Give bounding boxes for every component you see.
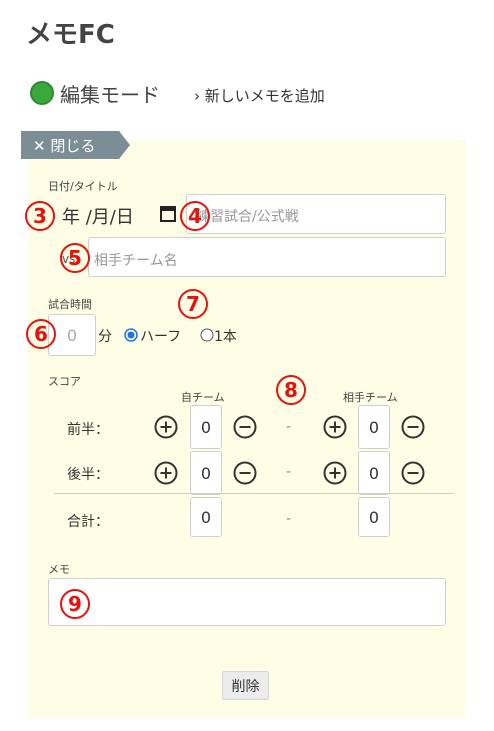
first-half-label: 前半：: [67, 422, 109, 438]
opponent-team-header: 相手チーム: [343, 391, 398, 404]
score-label: スコア: [48, 375, 81, 388]
second-half-label: 後半：: [67, 467, 109, 483]
own-first-half-score[interactable]: 0: [190, 405, 222, 449]
marker-7: 7: [178, 289, 208, 319]
first-half-dash: -: [286, 419, 292, 435]
match-time-label: 試合時間: [48, 298, 92, 311]
marker-8: 8: [276, 375, 306, 405]
delete-button[interactable]: 削除: [222, 671, 269, 700]
own-team-header: 自チーム: [181, 391, 225, 404]
second-half-dash: -: [286, 464, 292, 480]
marker-3: 3: [25, 201, 55, 231]
memo-textarea[interactable]: [48, 578, 446, 626]
full-option-label: 1本: [214, 329, 237, 345]
own-second-half-plus-icon[interactable]: [154, 461, 178, 485]
half-radio[interactable]: [124, 327, 138, 342]
opp-first-half-plus-icon[interactable]: [323, 415, 347, 439]
own-first-half-plus-icon[interactable]: [154, 415, 178, 439]
marker-6: 6: [26, 319, 56, 349]
add-memo-link[interactable]: › 新しいメモを追加: [194, 85, 325, 106]
total-label: 合計：: [67, 514, 109, 530]
mode-indicator: 編集モード: [30, 80, 160, 107]
opp-first-half-score[interactable]: 0: [358, 405, 390, 449]
marker-9: 9: [60, 589, 90, 619]
mode-status-icon: [30, 81, 54, 105]
minutes-unit: 分: [98, 329, 112, 345]
opp-total-score: 0: [358, 497, 390, 537]
memo-label: メモ: [48, 563, 70, 576]
total-divider: [54, 493, 454, 494]
opp-second-half-score[interactable]: 0: [358, 451, 390, 495]
close-button-label: ✕ 閉じる: [33, 137, 96, 155]
opp-second-half-minus-icon[interactable]: [401, 461, 425, 485]
date-input[interactable]: 年 /月/日: [62, 203, 134, 229]
marker-4: 4: [180, 201, 210, 231]
own-second-half-score[interactable]: 0: [190, 451, 222, 495]
calendar-icon[interactable]: [160, 205, 176, 222]
marker-5: 5: [60, 243, 90, 273]
own-first-half-minus-icon[interactable]: [233, 415, 257, 439]
own-second-half-minus-icon[interactable]: [233, 461, 257, 485]
title-placeholder: 練習試合/公式戦: [196, 209, 299, 225]
opp-second-half-plus-icon[interactable]: [323, 461, 347, 485]
full-radio[interactable]: [200, 327, 214, 342]
mode-label: 編集モード: [60, 82, 160, 107]
app-title: メモFC: [26, 20, 115, 50]
date-title-label: 日付/タイトル: [48, 180, 118, 193]
half-option-label: ハーフ: [140, 329, 182, 345]
own-total-score: 0: [190, 497, 222, 537]
opp-first-half-minus-icon[interactable]: [401, 415, 425, 439]
opponent-placeholder: 相手チーム名: [94, 253, 178, 269]
total-dash: -: [286, 511, 292, 527]
close-button[interactable]: ✕ 閉じる: [21, 131, 130, 159]
